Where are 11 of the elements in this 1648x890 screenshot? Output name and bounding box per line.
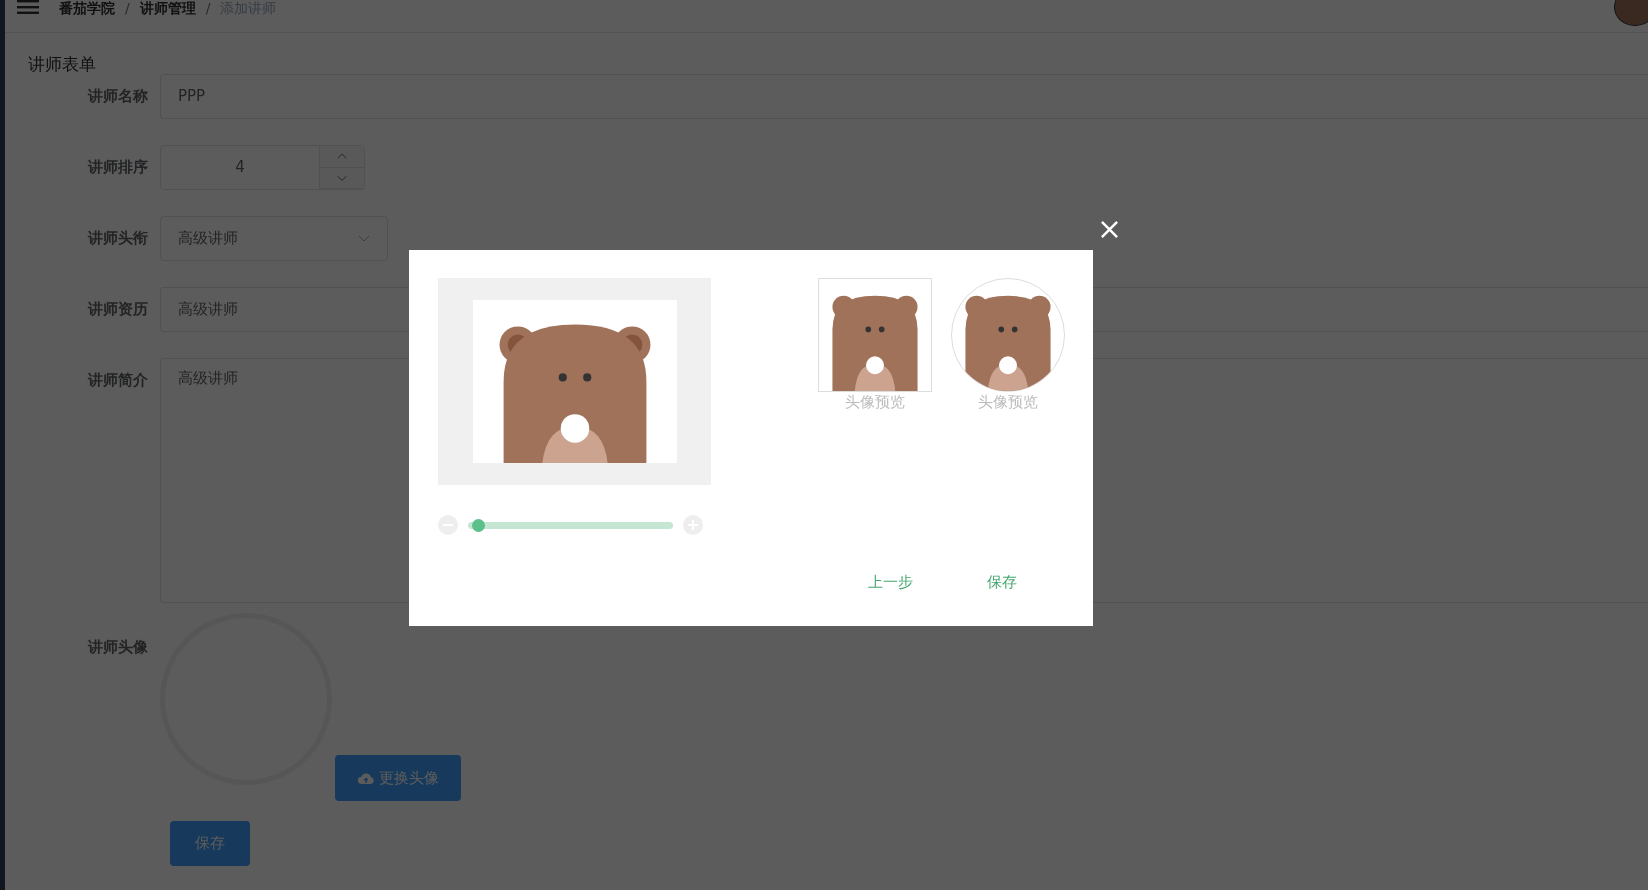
field-label: 讲师头衔 <box>86 228 149 249</box>
field-label: 讲师排序 <box>86 157 149 178</box>
breadcrumb-separator: / <box>205 0 211 16</box>
field-label: 讲师头像 <box>86 637 149 658</box>
preview-caption: 头像预览 <box>845 393 905 412</box>
breadcrumb-separator: / <box>125 0 130 16</box>
field-label: 讲师名称 <box>86 86 149 107</box>
form-title: 讲师表单 <box>28 53 97 76</box>
field-label: 讲师资历 <box>86 299 149 320</box>
field-label: 讲师简介 <box>86 370 149 391</box>
preview-caption: 头像预览 <box>978 393 1038 412</box>
